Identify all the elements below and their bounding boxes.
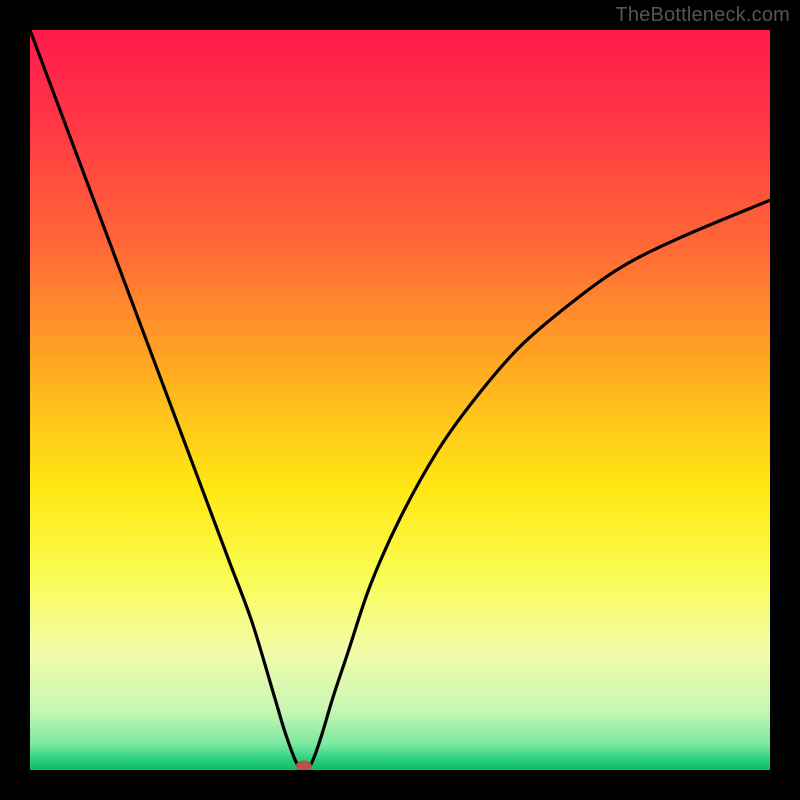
plot-area xyxy=(30,30,770,770)
watermark-text: TheBottleneck.com xyxy=(615,4,790,27)
curve-layer xyxy=(30,30,770,770)
chart-frame: TheBottleneck.com xyxy=(0,0,800,800)
marker-dot xyxy=(296,761,312,771)
bottleneck-curve xyxy=(30,30,770,770)
